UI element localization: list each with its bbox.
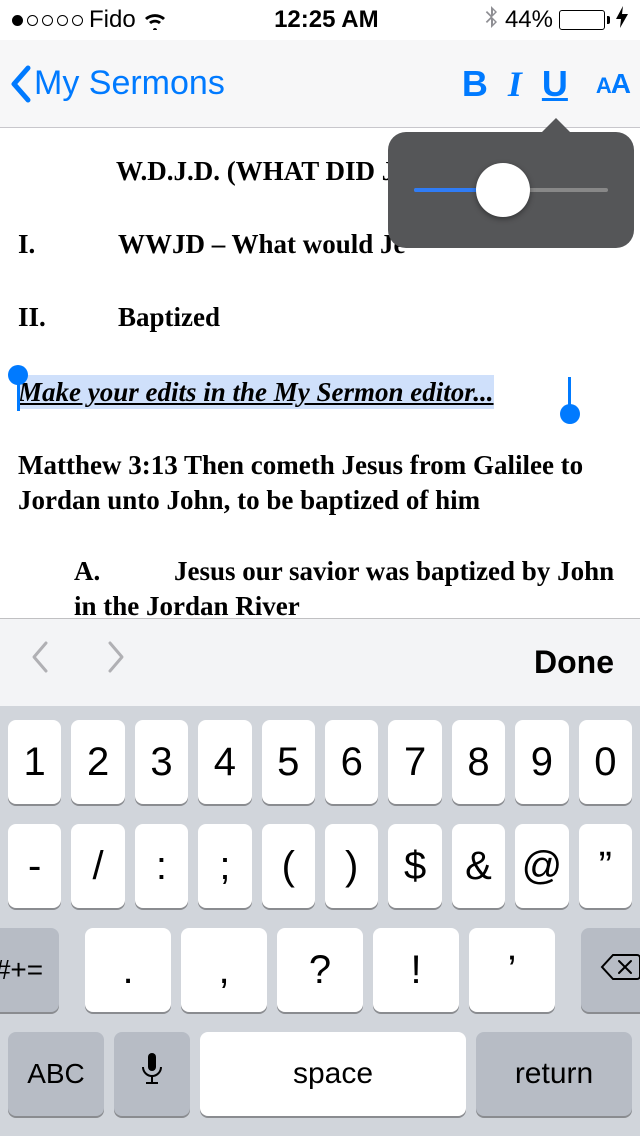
key-colon[interactable]: : [135, 824, 188, 908]
status-right: 44% [485, 5, 628, 35]
key-dictation[interactable] [114, 1032, 190, 1116]
nav-bar: My Sermons B I U AA [0, 40, 640, 128]
status-time: 12:25 AM [274, 6, 378, 34]
keyboard-row-3: #+= . , ? ! ’ [8, 928, 632, 1012]
keyboard-row-1: 1 2 3 4 5 6 7 8 9 0 [8, 720, 632, 804]
slider-thumb[interactable] [476, 163, 530, 217]
keyboard-row-2: - / : ; ( ) $ & @ ” [8, 824, 632, 908]
format-buttons: B I U [462, 63, 568, 105]
key-lparen[interactable]: ( [262, 824, 315, 908]
selection-caret-left [17, 375, 20, 411]
selected-text[interactable]: Make your edits in the My Sermon editor.… [18, 375, 494, 409]
section-1-text: WWJD – What would Je [118, 229, 406, 259]
back-button[interactable]: My Sermons [6, 64, 225, 104]
key-amp[interactable]: & [452, 824, 505, 908]
key-dash[interactable]: - [8, 824, 61, 908]
microphone-icon [138, 1049, 166, 1099]
section-2-text: Baptized [118, 302, 220, 332]
key-0[interactable]: 0 [579, 720, 632, 804]
key-space[interactable]: space [200, 1032, 466, 1116]
backspace-icon [599, 948, 640, 993]
back-label: My Sermons [34, 64, 225, 103]
key-abc[interactable]: ABC [8, 1032, 104, 1116]
charging-icon [616, 6, 628, 34]
key-apostrophe[interactable]: ’ [469, 928, 555, 1012]
underline-button[interactable]: U [542, 63, 568, 105]
key-rparen[interactable]: ) [325, 824, 378, 908]
accessory-nav [26, 637, 130, 688]
subpoint-a: A.Jesus our savior was baptized by John … [18, 554, 622, 618]
bold-button[interactable]: B [462, 63, 488, 105]
battery-icon [559, 10, 610, 30]
battery-pct: 44% [505, 6, 553, 34]
prev-field-button[interactable] [26, 637, 54, 688]
key-8[interactable]: 8 [452, 720, 505, 804]
keyboard: 1 2 3 4 5 6 7 8 9 0 - / : ; ( ) $ & @ ” … [0, 706, 640, 1136]
key-backspace[interactable] [581, 928, 640, 1012]
key-period[interactable]: . [85, 928, 171, 1012]
selection-wrap: Make your edits in the My Sermon editor.… [18, 377, 622, 408]
status-left: Fido [12, 6, 168, 34]
key-4[interactable]: 4 [198, 720, 251, 804]
key-6[interactable]: 6 [325, 720, 378, 804]
subpoint-a-label: A. [74, 554, 174, 589]
chevron-left-icon [6, 64, 34, 104]
key-9[interactable]: 9 [515, 720, 568, 804]
nav-right: B I U AA [462, 63, 630, 105]
italic-button[interactable]: I [508, 63, 522, 105]
done-button[interactable]: Done [534, 644, 614, 681]
text-size-button[interactable]: AA [596, 68, 630, 100]
key-at[interactable]: @ [515, 824, 568, 908]
key-2[interactable]: 2 [71, 720, 124, 804]
carrier-label: Fido [89, 6, 136, 34]
key-exclaim[interactable]: ! [373, 928, 459, 1012]
text-size-small: A [596, 73, 611, 98]
key-3[interactable]: 3 [135, 720, 188, 804]
key-return[interactable]: return [476, 1032, 632, 1116]
key-7[interactable]: 7 [388, 720, 441, 804]
key-symbols[interactable]: #+= [0, 928, 59, 1012]
status-bar: Fido 12:25 AM 44% [0, 0, 640, 40]
section-2-num: II. [18, 302, 118, 333]
key-1[interactable]: 1 [8, 720, 61, 804]
key-quote[interactable]: ” [579, 824, 632, 908]
keyboard-accessory: Done [0, 618, 640, 706]
text-size-popover [388, 132, 634, 248]
wifi-icon [142, 10, 168, 30]
section-1-num: I. [18, 229, 118, 260]
key-dollar[interactable]: $ [388, 824, 441, 908]
key-comma[interactable]: , [181, 928, 267, 1012]
key-question[interactable]: ? [277, 928, 363, 1012]
key-slash[interactable]: / [71, 824, 124, 908]
key-5[interactable]: 5 [262, 720, 315, 804]
section-2: II.Baptized [18, 302, 622, 333]
key-semicolon[interactable]: ; [198, 824, 251, 908]
signal-strength-icon [12, 15, 83, 26]
keyboard-row-4: ABC space return [8, 1032, 632, 1116]
next-field-button[interactable] [102, 637, 130, 688]
selection-handle-right[interactable] [560, 404, 580, 424]
text-size-slider[interactable] [414, 188, 608, 192]
text-size-large: A [611, 68, 630, 99]
bluetooth-icon [485, 5, 499, 35]
verse-text: Matthew 3:13 Then cometh Jesus from Gali… [18, 448, 622, 518]
